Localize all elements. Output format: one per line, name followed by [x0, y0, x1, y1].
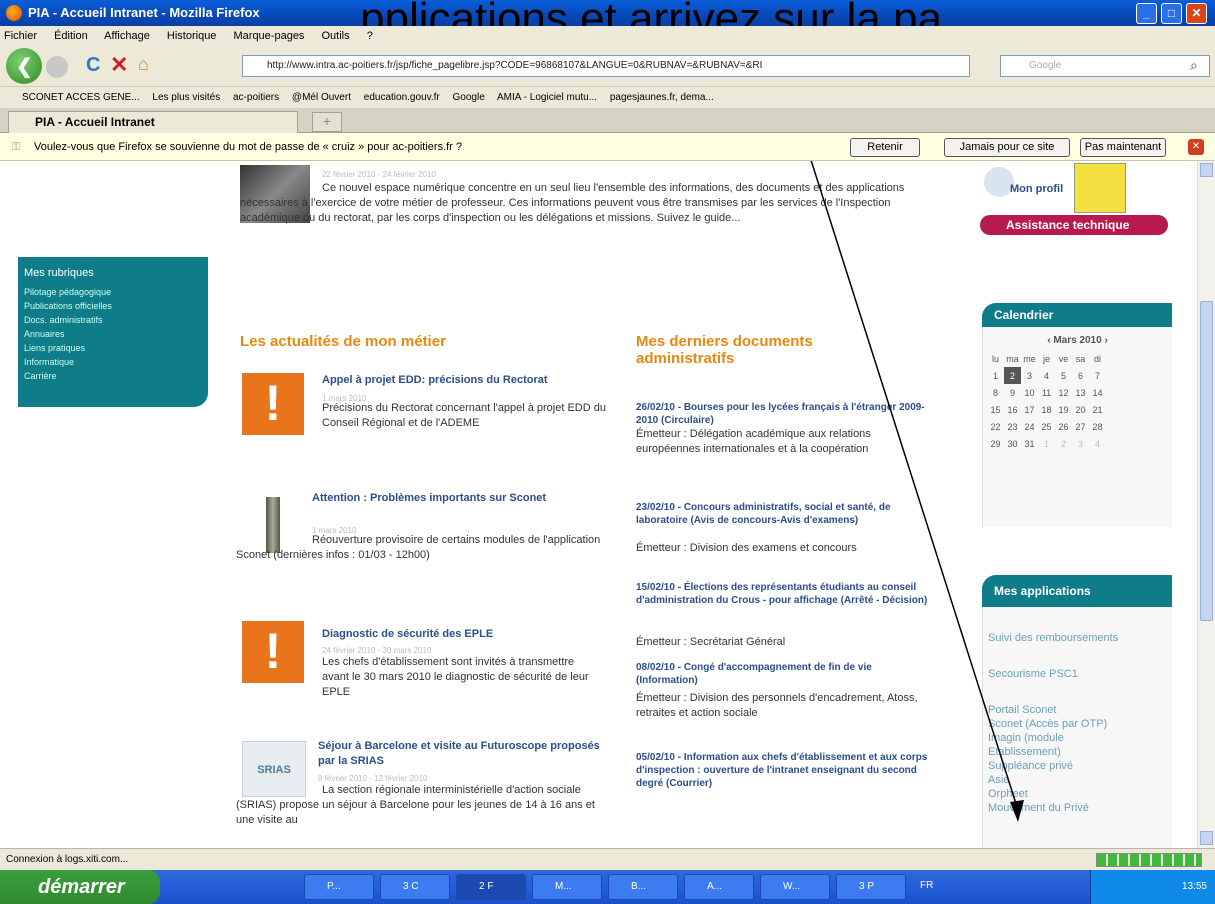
bookmark-item[interactable]: AMIA - Logiciel mutu...	[497, 92, 597, 103]
taskbar-item[interactable]: M...	[532, 874, 602, 900]
taskbar-item[interactable]: 3 P	[836, 874, 906, 900]
back-button[interactable]: ❮	[6, 48, 42, 84]
scroll-down-icon[interactable]	[1200, 831, 1213, 845]
start-button[interactable]: démarrer	[0, 870, 160, 904]
window-title: PIA - Accueil Intranet - Mozilla Firefox	[28, 5, 260, 20]
annotation-arrow	[810, 161, 1024, 822]
stop-icon[interactable]: ✕	[110, 52, 128, 78]
menu-outils[interactable]: Outils	[322, 30, 350, 42]
menu-help[interactable]: ?	[367, 30, 373, 42]
minimize-button[interactable]: _	[1136, 3, 1157, 24]
new-tab-button[interactable]: +	[312, 112, 342, 132]
bookmark-item[interactable]: ac-poitiers	[233, 92, 279, 103]
scroll-thumb[interactable]	[1200, 301, 1213, 621]
url-text: http://www.intra.ac-poitiers.fr/jsp/fich…	[267, 60, 763, 71]
menu-affichage[interactable]: Affichage	[104, 30, 150, 42]
tab-label: PIA - Accueil Intranet	[35, 115, 155, 129]
scrollbar[interactable]	[1197, 161, 1215, 848]
scroll-up-icon[interactable]	[1200, 163, 1213, 177]
page-content: 22 février 2010 - 24 février 2010 Ce nou…	[0, 161, 1197, 848]
bookmark-item[interactable]: Les plus visités	[152, 92, 220, 103]
taskbar-item[interactable]: W...	[760, 874, 830, 900]
forward-button[interactable]	[46, 56, 68, 78]
language-indicator[interactable]: FR	[920, 880, 933, 891]
never-button[interactable]: Jamais pour ce site	[944, 138, 1070, 157]
taskbar-item[interactable]: B...	[608, 874, 678, 900]
progress-bar	[1096, 853, 1202, 867]
taskbar-item[interactable]: 3 C	[380, 874, 450, 900]
remember-button[interactable]: Retenir	[850, 138, 920, 157]
url-field[interactable]: http://www.intra.ac-poitiers.fr/jsp/fich…	[242, 55, 970, 77]
menu-bar: Fichier Édition Affichage Historique Mar…	[0, 26, 1215, 46]
bookmark-item[interactable]: education.gouv.fr	[364, 92, 440, 103]
back-arrow-icon: ❮	[16, 56, 33, 78]
bookmark-item[interactable]: SCONET ACCES GENE...	[22, 92, 140, 103]
tab-bar: PIA - Accueil Intranet +	[0, 108, 1215, 133]
status-bar: Connexion à logs.xiti.com...	[0, 848, 1215, 870]
search-icon[interactable]: ⌕	[1190, 57, 1198, 74]
menu-edition[interactable]: Édition	[54, 30, 88, 42]
menu-fichier[interactable]: Fichier	[4, 30, 37, 42]
system-tray: 13:55	[1090, 870, 1215, 904]
taskbar-item[interactable]: A...	[684, 874, 754, 900]
search-input[interactable]: Google	[1000, 55, 1210, 77]
password-notification: ⚿ Voulez-vous que Firefox se souvienne d…	[0, 133, 1215, 161]
bookmark-item[interactable]: Google	[453, 92, 485, 103]
navigation-bar: ❮ C ✕ ⌂ http://www.intra.ac-poitiers.fr/…	[0, 46, 1215, 86]
reload-icon[interactable]: C	[86, 54, 100, 77]
bookmark-item[interactable]: @Mél Ouvert	[292, 92, 351, 103]
bookmark-item[interactable]: pagesjaunes.fr, dema...	[610, 92, 714, 103]
firefox-icon	[6, 5, 22, 21]
menu-historique[interactable]: Historique	[167, 30, 217, 42]
tab-pia[interactable]: PIA - Accueil Intranet	[8, 111, 298, 133]
taskbar-item[interactable]: P...	[304, 874, 374, 900]
search-placeholder: Google	[1029, 60, 1062, 71]
key-icon: ⚿	[12, 141, 21, 153]
start-label: démarrer	[38, 876, 125, 898]
close-notification-icon[interactable]: ✕	[1188, 139, 1204, 155]
close-button[interactable]: ✕	[1186, 3, 1207, 24]
notification-text: Voulez-vous que Firefox se souvienne du …	[34, 141, 463, 153]
bookmarks-bar: SCONET ACCES GENE... Les plus visités ac…	[0, 86, 1215, 108]
not-now-button[interactable]: Pas maintenant	[1080, 138, 1166, 157]
status-text: Connexion à logs.xiti.com...	[6, 854, 129, 865]
maximize-button[interactable]: □	[1161, 3, 1182, 24]
taskbar-item[interactable]: 2 F	[456, 874, 526, 900]
home-icon[interactable]: ⌂	[138, 54, 149, 75]
taskbar: démarrer P... 3 C 2 F M... B... A... W..…	[0, 870, 1215, 904]
clock: 13:55	[1181, 881, 1207, 892]
menu-marque-pages[interactable]: Marque-pages	[234, 30, 305, 42]
